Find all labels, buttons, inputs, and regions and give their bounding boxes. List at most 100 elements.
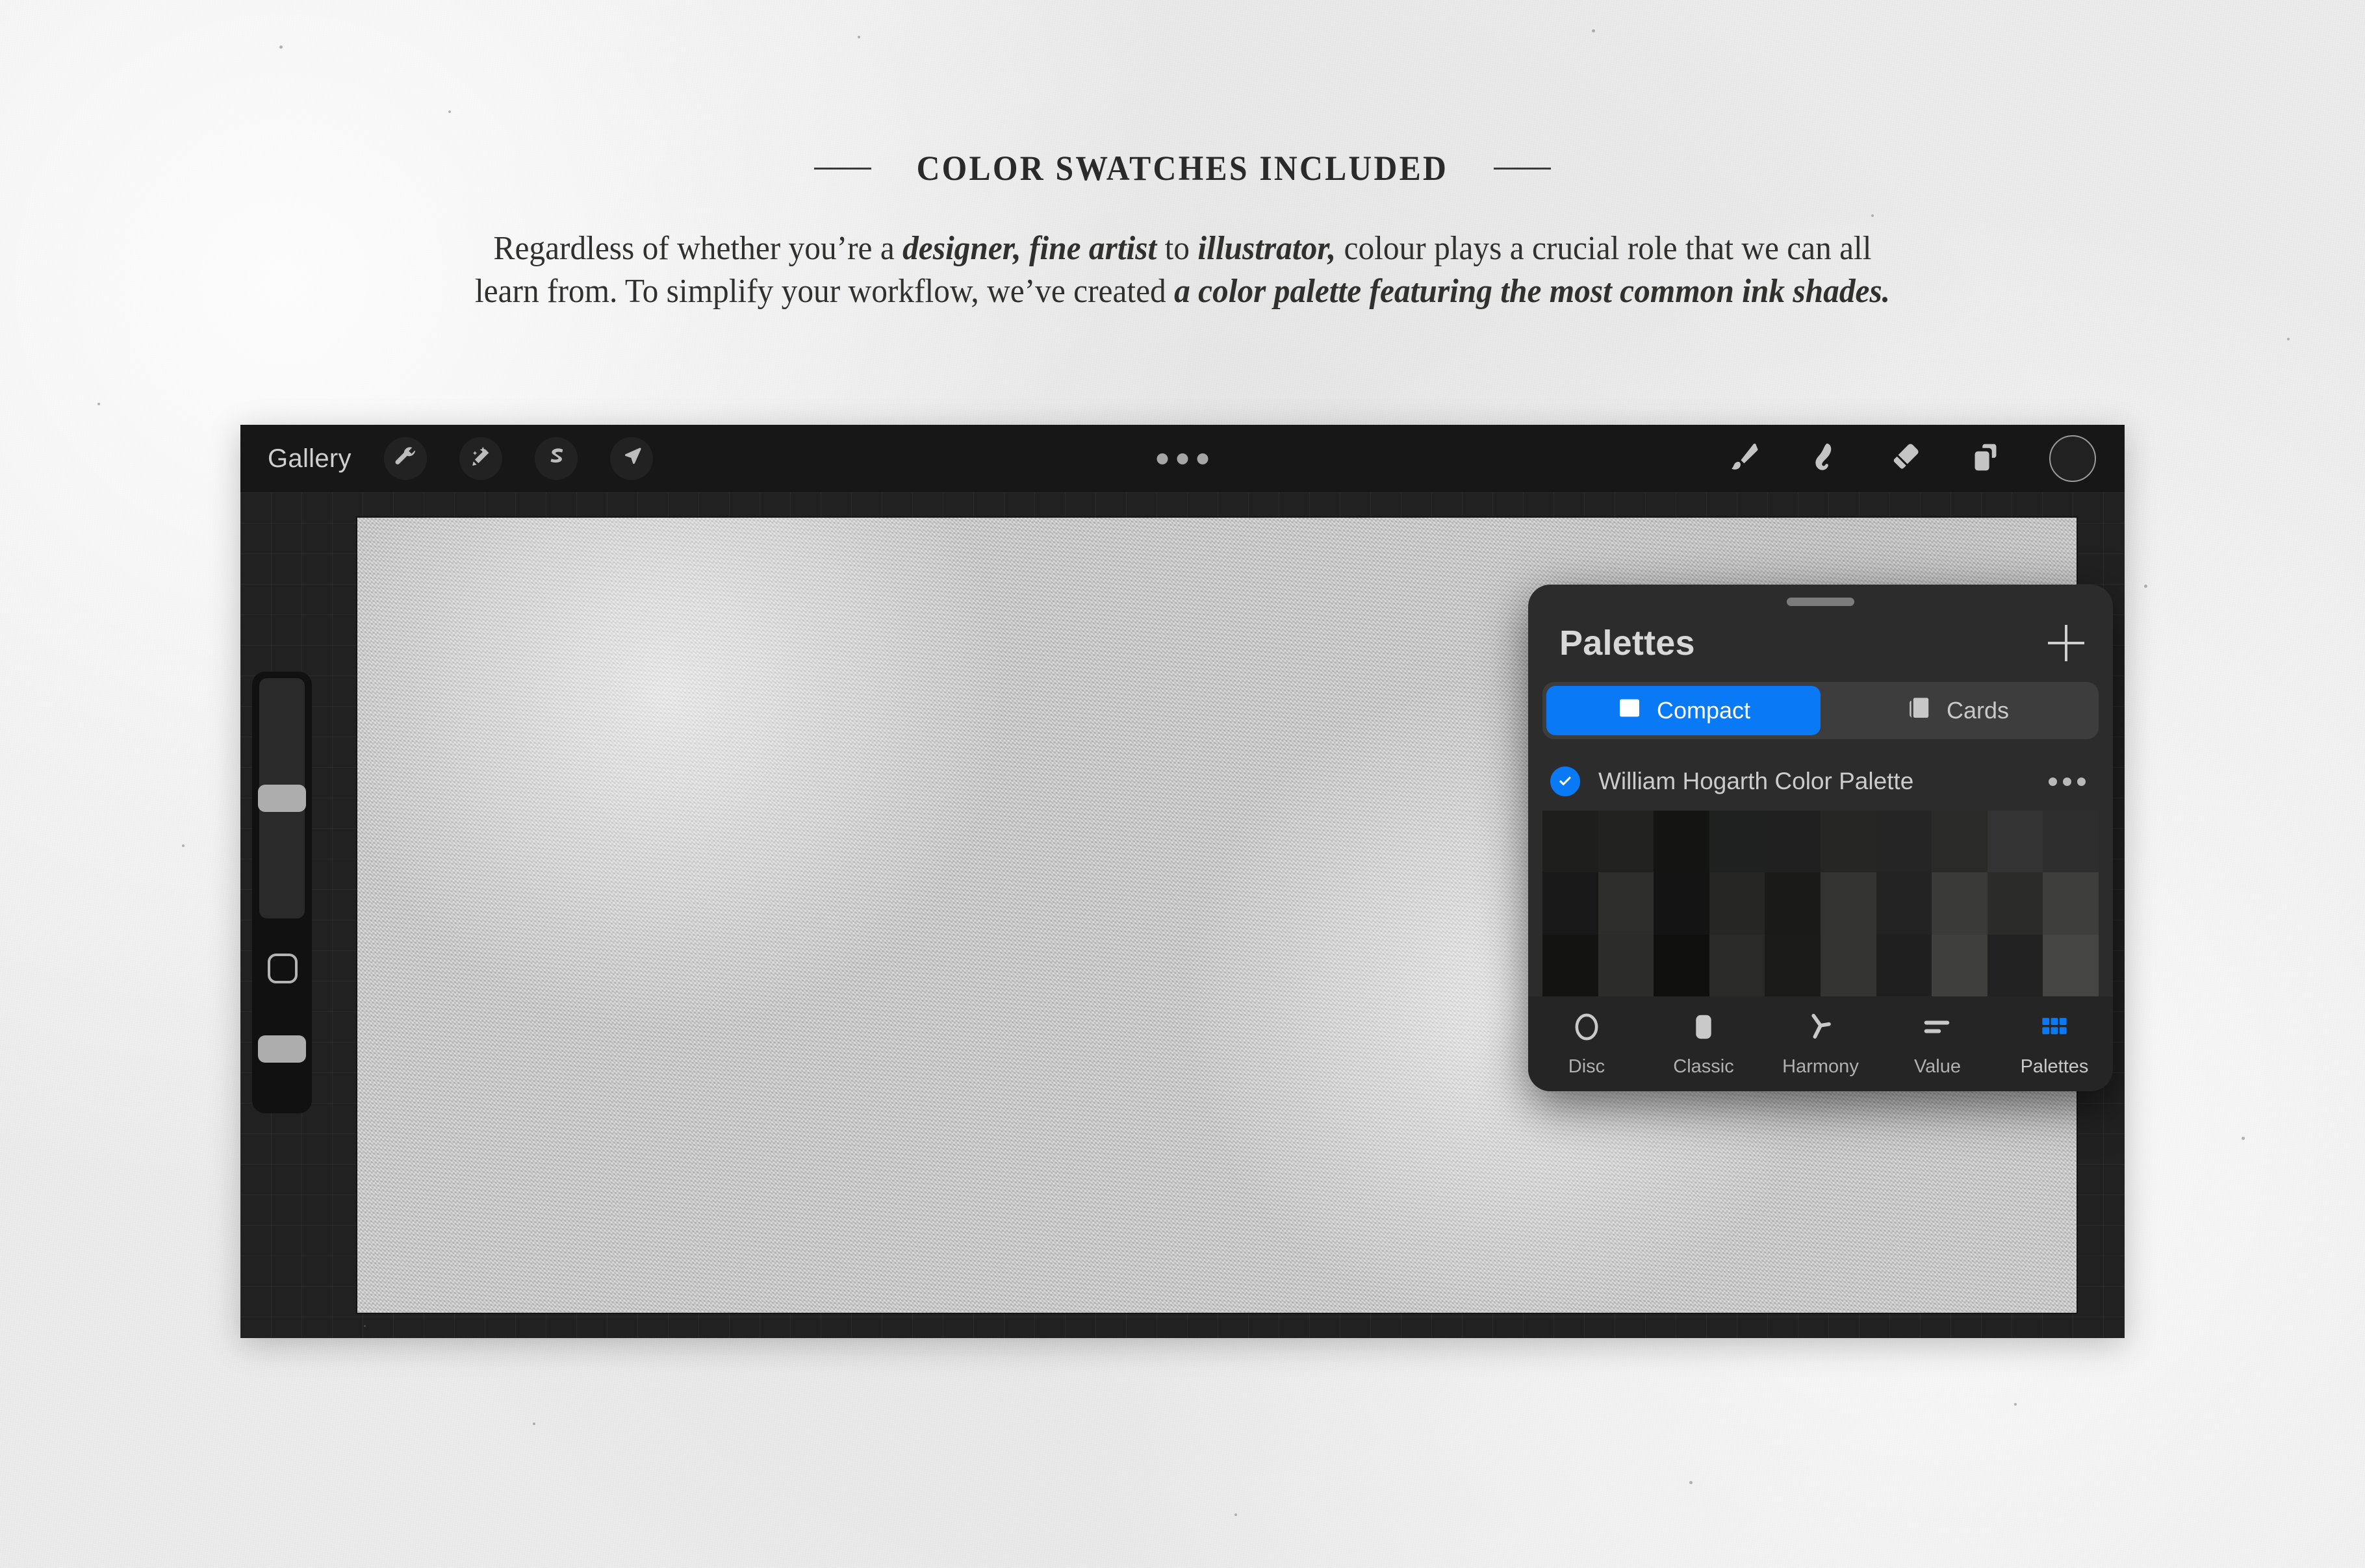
brush-size-slider-thumb[interactable] [258,785,306,812]
color-swatch[interactable] [1876,934,1932,996]
toolbar-right-group [1727,435,2096,482]
paragraph-part-2: to [1157,230,1198,267]
color-swatch[interactable] [1598,934,1654,996]
color-swatch[interactable] [1654,934,1709,996]
color-swatch[interactable] [1709,811,1765,873]
color-puck[interactable] [2049,435,2096,482]
tab-classic[interactable]: Classic [1645,1010,1762,1078]
color-swatch[interactable] [1542,872,1598,935]
color-swatch[interactable] [1709,934,1765,996]
panel-header: Palettes [1528,613,2113,673]
more-dot-3 [2077,777,2086,786]
color-swatch[interactable] [1598,811,1654,873]
intro-paragraph: Regardless of whether you’re a designer,… [463,227,1902,313]
tab-harmony-label: Harmony [1782,1056,1859,1077]
view-mode-segmented-control: Compact Cards [1542,682,2099,739]
paper-speck [97,403,100,405]
left-sidebar [252,672,312,1113]
selection-button[interactable] [534,437,578,480]
color-swatch[interactable] [2043,811,2099,873]
color-swatch[interactable] [1765,811,1821,873]
palette-list-item[interactable]: William Hogarth Color Palette [1528,756,2113,807]
view-mode-compact-label: Compact [1656,697,1751,724]
opacity-slider-thumb[interactable] [258,1035,306,1063]
actions-button[interactable] [383,437,427,480]
modify-button[interactable] [268,954,298,983]
tab-disc-label: Disc [1568,1056,1605,1077]
harmony-icon [1804,1010,1837,1047]
adjustments-button[interactable] [459,437,502,480]
tab-harmony[interactable]: Harmony [1762,1010,1879,1078]
paragraph-emphasis-1: designer, fine artist [902,230,1157,267]
color-swatch-grid [1542,811,2099,996]
paragraph-part-1: Regardless of whether you’re a [493,230,903,267]
color-swatch[interactable] [1654,811,1709,873]
layers-button[interactable] [1969,440,2002,477]
gallery-button[interactable]: Gallery [268,444,352,474]
palettes-grid-icon [2038,1010,2071,1047]
dot-2 [1177,453,1188,464]
paper-speck [2144,585,2147,588]
paper-speck [2287,338,2290,340]
eyebrow-heading: COLOR SWATCHES INCLUDED [0,148,2365,188]
color-swatch[interactable] [1598,872,1654,935]
color-swatch[interactable] [1987,872,2043,935]
view-mode-cards-label: Cards [1946,697,2010,724]
view-mode-cards[interactable]: Cards [1821,686,2095,735]
more-dot-2 [2063,777,2071,786]
color-swatch[interactable] [1654,872,1709,935]
color-swatch[interactable] [1820,872,1876,935]
wrench-icon [392,444,418,474]
color-swatch[interactable] [1987,934,2043,996]
panel-drag-handle[interactable] [1787,598,1854,606]
erase-button[interactable] [1888,440,1922,477]
procreate-app-window: Gallery Palettes Compact Cards William H… [240,425,2125,1338]
color-swatch[interactable] [1987,811,2043,873]
paper-speck [182,844,185,847]
tab-palettes-label: Palettes [2020,1056,2089,1077]
selection-icon [543,444,569,474]
tab-classic-label: Classic [1673,1056,1734,1077]
color-swatch[interactable] [1932,811,1988,873]
color-swatch[interactable] [1820,934,1876,996]
color-swatch[interactable] [1876,872,1932,935]
tab-palettes[interactable]: Palettes [1996,1010,2113,1078]
color-swatch[interactable] [1542,934,1598,996]
cards-view-icon [1906,695,1932,727]
panel-title: Palettes [1559,624,1695,663]
color-swatch[interactable] [1820,811,1876,873]
color-swatch[interactable] [2043,872,2099,935]
tab-value-label: Value [1913,1056,1962,1077]
add-palette-button[interactable] [2048,625,2084,661]
canvas-workspace: Palettes Compact Cards William Hogarth C… [240,492,2125,1338]
smudge-button[interactable] [1808,440,1841,477]
value-icon [1921,1010,1954,1047]
color-swatch[interactable] [2043,934,2099,996]
smudge-icon [1808,443,1841,477]
paint-button[interactable] [1727,440,1761,477]
palettes-panel: Palettes Compact Cards William Hogarth C… [1528,585,2113,1091]
color-swatch[interactable] [1542,811,1598,873]
color-swatch[interactable] [1932,872,1988,935]
color-swatch[interactable] [1876,811,1932,873]
app-toolbar: Gallery [240,425,2125,492]
tab-value[interactable]: Value [1879,1010,1996,1078]
toolbar-overflow-button[interactable] [1157,453,1208,464]
color-swatch[interactable] [1765,872,1821,935]
color-swatch[interactable] [1765,934,1821,996]
dot-3 [1197,453,1208,464]
paragraph-emphasis-3: a color palette featuring the most commo… [1174,273,1891,310]
paper-speck [2242,1137,2245,1140]
palette-name: William Hogarth Color Palette [1598,768,1914,794]
tab-disc[interactable]: Disc [1528,1010,1645,1078]
palette-selected-checkmark-icon[interactable] [1550,766,1580,796]
paragraph-emphasis-2: illustrator, [1197,230,1336,267]
transform-button[interactable] [609,437,653,480]
color-swatch[interactable] [1932,934,1988,996]
page-header: COLOR SWATCHES INCLUDED Regardless of wh… [0,0,2365,313]
eraser-icon [1888,443,1922,477]
palette-more-button[interactable] [2049,777,2086,786]
more-dot-1 [2049,777,2057,786]
color-swatch[interactable] [1709,872,1765,935]
view-mode-compact[interactable]: Compact [1546,686,1821,735]
